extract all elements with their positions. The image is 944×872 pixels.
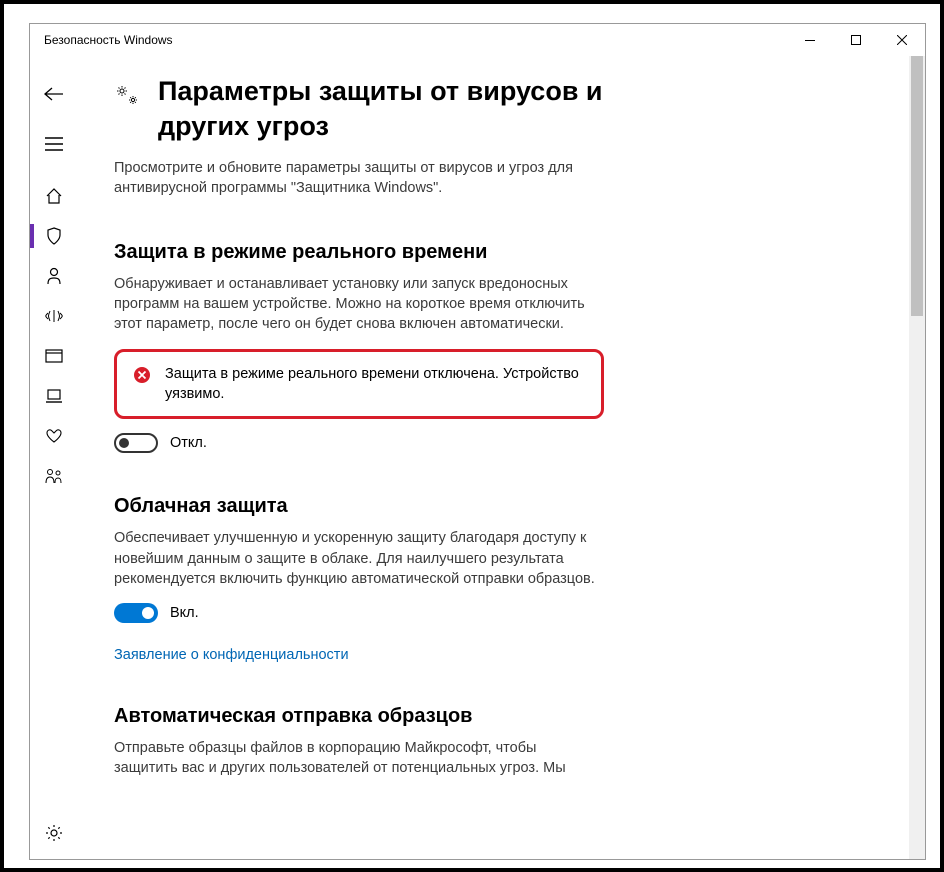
privacy-statement-link[interactable]: Заявление о конфиденциальности — [114, 647, 349, 663]
close-button[interactable] — [879, 24, 925, 56]
realtime-toggle-row: Откл. — [114, 433, 867, 453]
realtime-section-desc: Обнаруживает и останавливает установку и… — [114, 274, 604, 335]
network-icon — [44, 308, 64, 324]
heart-icon — [45, 428, 63, 444]
cloud-toggle[interactable] — [114, 603, 158, 623]
error-icon — [133, 366, 151, 384]
nav-home[interactable] — [30, 176, 78, 216]
minimize-button[interactable] — [787, 24, 833, 56]
close-icon — [897, 35, 907, 45]
realtime-alert-box: Защита в режиме реального времени отключ… — [114, 349, 604, 420]
shield-icon — [46, 227, 62, 245]
page-title: Параметры защиты от вирусов и других угр… — [158, 74, 698, 144]
back-arrow-icon — [44, 87, 64, 101]
content-area: Параметры защиты от вирусов и других угр… — [78, 56, 925, 859]
samples-section-title: Автоматическая отправка образцов — [114, 705, 867, 728]
hamburger-icon — [45, 137, 63, 151]
vertical-scrollbar[interactable] — [909, 56, 925, 859]
window-title: Безопасность Windows — [44, 33, 173, 47]
scrollbar-thumb[interactable] — [911, 56, 923, 316]
titlebar-controls — [787, 24, 925, 56]
cloud-toggle-label: Вкл. — [170, 605, 199, 621]
cloud-section-title: Облачная защита — [114, 495, 867, 518]
gear-icon — [45, 824, 63, 842]
cloud-toggle-row: Вкл. — [114, 603, 867, 623]
page-description: Просмотрите и обновите параметры защиты … — [114, 158, 604, 199]
realtime-toggle[interactable] — [114, 433, 158, 453]
home-icon — [45, 187, 63, 205]
hamburger-menu-button[interactable] — [30, 120, 78, 168]
maximize-button[interactable] — [833, 24, 879, 56]
page-header: Параметры защиты от вирусов и других угр… — [114, 74, 867, 144]
laptop-icon — [45, 389, 63, 403]
nav-app-control[interactable] — [30, 336, 78, 376]
titlebar: Безопасность Windows — [30, 24, 925, 56]
gears-icon — [114, 82, 140, 108]
realtime-section-title: Защита в режиме реального времени — [114, 241, 867, 264]
nav-settings[interactable] — [30, 813, 78, 853]
nav-firewall[interactable] — [30, 296, 78, 336]
app-window: Безопасность Windows — [30, 24, 925, 859]
nav — [30, 176, 78, 496]
app-window-icon — [45, 349, 63, 363]
cloud-section-desc: Обеспечивает улучшенную и ускоренную защ… — [114, 528, 604, 589]
nav-device-security[interactable] — [30, 376, 78, 416]
person-icon — [46, 267, 62, 285]
minimize-icon — [805, 40, 815, 41]
back-button[interactable] — [30, 74, 78, 114]
scroll-area: Параметры защиты от вирусов и других угр… — [114, 74, 895, 859]
nav-family-options[interactable] — [30, 456, 78, 496]
family-icon — [44, 468, 64, 484]
nav-virus-protection[interactable] — [30, 216, 78, 256]
realtime-toggle-label: Откл. — [170, 435, 207, 451]
nav-device-health[interactable] — [30, 416, 78, 456]
samples-section-desc: Отправьте образцы файлов в корпорацию Ма… — [114, 738, 604, 779]
maximize-icon — [851, 35, 861, 45]
nav-account-protection[interactable] — [30, 256, 78, 296]
body-area: Параметры защиты от вирусов и других угр… — [30, 56, 925, 859]
realtime-alert-text: Защита в режиме реального времени отключ… — [165, 364, 585, 405]
left-column — [30, 56, 78, 859]
page-icon-gears — [114, 82, 140, 108]
